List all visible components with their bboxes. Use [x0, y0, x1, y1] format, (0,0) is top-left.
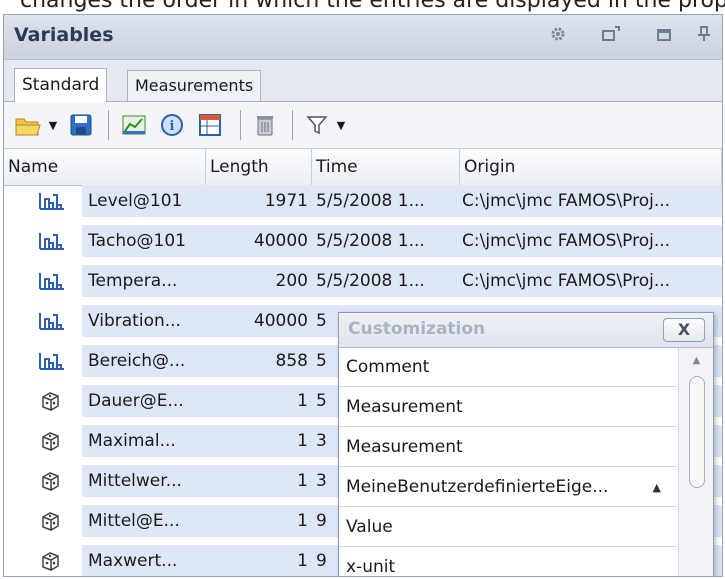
cell-length: 1 — [297, 471, 308, 491]
tab-strip: Standard Measurements — [4, 60, 722, 102]
sort-up-icon[interactable]: ▲ — [653, 468, 661, 507]
customization-item-label: Comment — [346, 357, 430, 377]
caption-text: changes the order in which the entries a… — [20, 0, 725, 13]
toolbar: ▼ i ▼ — [4, 102, 722, 149]
cell-name: Bereich@... — [88, 351, 186, 371]
cell-length: 1 — [297, 391, 308, 411]
cell-origin: C:\jmc\jmc FAMOS\Proj... — [462, 231, 671, 251]
waveform-icon — [38, 269, 66, 293]
table-icon[interactable] — [194, 110, 226, 140]
maximize-icon[interactable] — [652, 25, 676, 49]
customization-item-label: Measurement — [346, 397, 463, 417]
customization-list: Comment Measurement Measurement MeineBenutz… — [339, 348, 677, 577]
open-folder-icon[interactable] — [12, 110, 44, 140]
cube-icon — [38, 509, 66, 533]
panel-title: Variables — [14, 24, 114, 46]
gear-icon[interactable] — [546, 25, 570, 49]
column-header-name[interactable]: Name — [4, 149, 206, 185]
filter-icon[interactable] — [302, 110, 332, 140]
cell-name: Vibration... — [88, 311, 181, 331]
cell-length: 858 — [275, 351, 308, 371]
variables-panel: Variables Standard Measurements ▼ i ▼ Na… — [3, 14, 723, 577]
customization-item-label: Measurement — [346, 437, 463, 457]
cube-icon — [38, 549, 66, 573]
customization-item-label: Value — [346, 517, 393, 537]
close-button[interactable]: X — [663, 318, 705, 342]
cube-icon — [38, 469, 66, 493]
tab-measurements-label: Measurements — [135, 76, 254, 95]
cell-length: 200 — [275, 271, 308, 291]
customization-item[interactable]: x-unit — [339, 548, 677, 577]
save-icon[interactable] — [66, 110, 96, 140]
customization-item[interactable]: MeineBenutzerdefinierteEige... ▲ — [339, 468, 677, 507]
scroll-thumb[interactable] — [689, 376, 705, 488]
tab-standard-label: Standard — [22, 75, 100, 95]
table-row[interactable]: Level@101 1971 5/5/2008 1... C:\jmc\jmc FAM… — [4, 185, 722, 217]
cell-time: 5/5/2008 1... — [316, 271, 425, 291]
grid-header: Name Length Time Origin — [4, 149, 722, 186]
customization-item-label: MeineBenutzerdefinierteEige... — [346, 477, 609, 497]
customization-item[interactable]: Measurement — [339, 428, 677, 467]
close-icon: X — [677, 320, 691, 339]
toolbar-separator — [292, 110, 293, 140]
cell-length: 1971 — [264, 191, 308, 211]
column-header-time[interactable]: Time — [312, 149, 460, 185]
waveform-icon — [38, 229, 66, 253]
cell-name: Mittelwer... — [88, 471, 182, 491]
cell-length: 40000 — [253, 311, 308, 331]
customization-scrollbar[interactable]: ▲ ▼ — [678, 348, 713, 576]
pin-icon[interactable] — [692, 25, 716, 49]
cube-icon — [38, 429, 66, 453]
cell-time: 5/5/2008 1... — [316, 191, 425, 211]
cell-length: 1 — [297, 431, 308, 451]
cell-name: Maximal... — [88, 431, 176, 451]
cell-name: Dauer@E... — [88, 391, 184, 411]
cell-time: 5/5/2008 1... — [316, 231, 425, 251]
cell-name: Tacho@101 — [88, 231, 186, 251]
cell-name: Tempera... — [88, 271, 178, 291]
tab-measurements[interactable]: Measurements — [127, 70, 262, 101]
delete-icon[interactable] — [250, 110, 280, 140]
column-header-origin[interactable]: Origin — [460, 149, 722, 185]
cell-name: Level@101 — [88, 191, 183, 211]
scroll-up-icon[interactable]: ▲ — [679, 352, 713, 370]
cube-icon — [38, 389, 66, 413]
cropped-caption: changes the order in which the entries a… — [0, 0, 725, 14]
customization-item[interactable]: Value — [339, 508, 677, 547]
toolbar-separator — [240, 110, 241, 140]
customization-titlebar[interactable]: Customization X — [339, 313, 713, 348]
waveform-icon — [38, 189, 66, 213]
cell-length: 1 — [297, 551, 308, 571]
cell-origin: C:\jmc\jmc FAMOS\Proj... — [462, 271, 671, 291]
customization-title: Customization — [348, 319, 486, 339]
scroll-down-icon[interactable]: ▼ — [679, 573, 713, 576]
float-window-icon[interactable] — [599, 25, 623, 49]
customization-item[interactable]: Comment — [339, 348, 677, 387]
column-header-length[interactable]: Length — [206, 149, 312, 185]
table-row[interactable]: Tacho@101 40000 5/5/2008 1... C:\jmc\jmc FA… — [4, 225, 722, 257]
chart-icon[interactable] — [118, 110, 150, 140]
svg-text:i: i — [170, 119, 175, 134]
customization-item[interactable]: Measurement — [339, 388, 677, 427]
cell-length: 1 — [297, 511, 308, 531]
info-icon[interactable]: i — [156, 110, 188, 140]
dropdown-arrow-icon[interactable]: ▼ — [46, 110, 60, 140]
cell-name: Mittel@E... — [88, 511, 180, 531]
waveform-icon — [38, 349, 66, 373]
cell-length: 40000 — [253, 231, 308, 251]
cell-origin: C:\jmc\jmc FAMOS\Proj... — [462, 191, 671, 211]
toolbar-separator — [108, 110, 109, 140]
table-row[interactable]: Tempera... 200 5/5/2008 1... C:\jmc\jmc FAM… — [4, 265, 722, 297]
tab-standard[interactable]: Standard — [14, 68, 108, 102]
waveform-icon — [38, 309, 66, 333]
filter-dropdown-icon[interactable]: ▼ — [334, 110, 348, 140]
panel-titlebar: Variables — [4, 15, 722, 60]
customization-item-label: x-unit — [346, 557, 396, 577]
customization-window: Customization X Comment Measurement Measur… — [338, 312, 714, 577]
cell-name: Maxwert... — [88, 551, 178, 571]
